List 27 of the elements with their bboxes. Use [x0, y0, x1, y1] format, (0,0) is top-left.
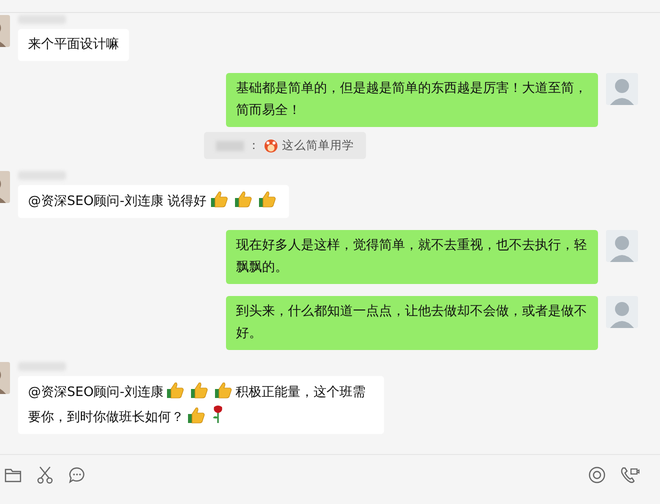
- avatar[interactable]: [606, 230, 638, 262]
- rose-icon: [211, 404, 225, 424]
- folder-icon[interactable]: [4, 467, 22, 483]
- message-text: 要你，到时你做班长如何？: [28, 410, 184, 425]
- message-text: 现在好多人是这样，觉得简单，就不去重视，也不去执行，轻飘飘的。: [236, 238, 587, 275]
- message-text: 基础都是简单的，但是越是简单的东西越是厉害！大道至简，简而易全！: [236, 81, 587, 118]
- thumbs-up-icon: [190, 381, 208, 399]
- thumbs-up-icon: [234, 190, 252, 208]
- message-text: 来个平面设计嘛: [28, 37, 119, 52]
- scissors-icon[interactable]: [36, 466, 54, 484]
- thumbs-up-icon: [214, 381, 232, 399]
- message-text: ：: [248, 138, 260, 153]
- chat-icon[interactable]: [68, 466, 86, 484]
- message-text: @资深SEO顾问-刘连康 说得好: [28, 194, 207, 209]
- target-icon[interactable]: [588, 466, 606, 484]
- video-call-icon[interactable]: [620, 466, 640, 484]
- message-text: 到头来，什么都知道一点点，让他去做却不会做，或者是做不好。: [236, 304, 587, 341]
- avatar[interactable]: [606, 73, 638, 105]
- message-text: 这么简单用学: [282, 138, 354, 153]
- thumbs-up-icon: [187, 406, 205, 424]
- message-text: @资深SEO顾问-刘连康: [28, 385, 164, 400]
- thumbs-up-icon: [166, 381, 184, 399]
- avatar[interactable]: [606, 296, 638, 328]
- thumbs-up-icon: [210, 190, 228, 208]
- message-text: 积极正能量，这个班需: [235, 385, 366, 400]
- emoji-face-icon: [264, 138, 278, 152]
- thumbs-up-icon: [258, 190, 276, 208]
